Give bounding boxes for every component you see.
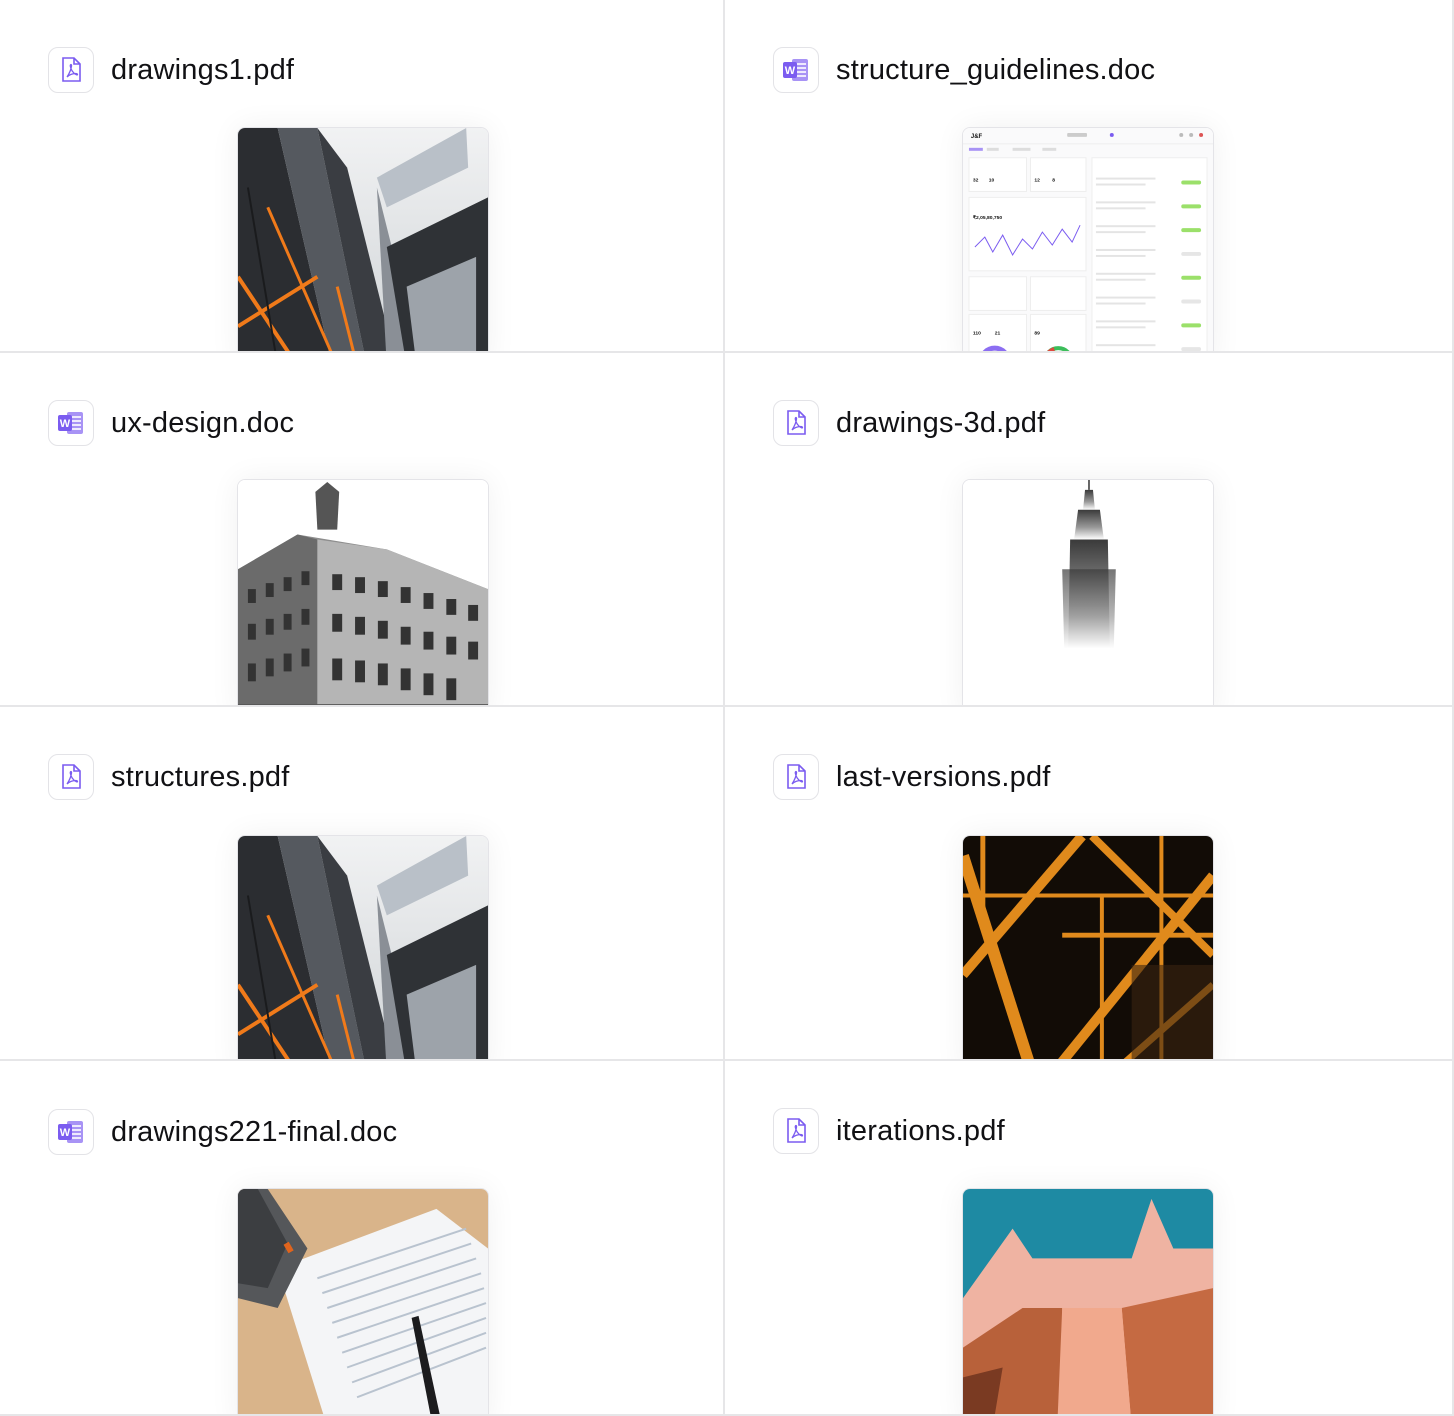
skyscraper-photo <box>238 128 488 351</box>
file-card[interactable]: iterations.pdf <box>725 1061 1452 1416</box>
file-name[interactable]: drawings1.pdf <box>111 54 294 87</box>
pdf-icon <box>773 400 819 446</box>
kpi-value: 89 <box>1034 330 1040 336</box>
file-thumbnail[interactable]: J&F 32 10 12 8 ₹2,05,80,750 110 21 89 <box>962 127 1214 351</box>
kpi-value: 10 <box>989 178 995 184</box>
file-thumbnail[interactable] <box>962 1188 1214 1414</box>
file-name[interactable]: structure_guidelines.doc <box>836 54 1155 87</box>
word-doc-icon: W <box>48 1109 94 1155</box>
file-name[interactable]: structures.pdf <box>111 761 290 794</box>
file-name[interactable]: drawings-3d.pdf <box>836 407 1045 440</box>
pdf-icon <box>48 754 94 800</box>
file-header: structures.pdf <box>48 754 290 800</box>
file-thumbnail[interactable] <box>962 479 1214 705</box>
pdf-icon <box>48 47 94 93</box>
file-card[interactable]: structures.pdf <box>0 707 725 1061</box>
file-thumbnail[interactable] <box>237 835 489 1059</box>
file-name[interactable]: ux-design.doc <box>111 407 294 440</box>
file-card[interactable]: last-versions.pdf <box>725 707 1452 1061</box>
kpi-value: 110 <box>973 330 981 336</box>
empire-state-building-photo <box>963 480 1213 705</box>
file-card[interactable]: W drawings221-final.doc <box>0 1061 725 1416</box>
pdf-icon <box>773 1108 819 1154</box>
kpi-value: 21 <box>995 330 1001 336</box>
file-header: last-versions.pdf <box>773 754 1051 800</box>
file-card[interactable]: drawings1.pdf <box>0 0 725 353</box>
file-name[interactable]: drawings221-final.doc <box>111 1116 397 1149</box>
file-thumbnail[interactable] <box>237 127 489 351</box>
file-header: W ux-design.doc <box>48 400 294 446</box>
file-card[interactable]: drawings-3d.pdf <box>725 353 1452 707</box>
pink-architecture-photo <box>963 1189 1213 1414</box>
steel-truss-photo <box>963 836 1213 1059</box>
revenue-value: ₹2,05,80,750 <box>973 215 1002 221</box>
file-card[interactable]: W structure_guidelines.doc J&F 32 10 12 … <box>725 0 1452 353</box>
file-header: W structure_guidelines.doc <box>773 47 1155 93</box>
file-header: W drawings221-final.doc <box>48 1109 397 1155</box>
file-thumbnail[interactable] <box>962 835 1214 1059</box>
file-thumbnail[interactable] <box>237 479 489 705</box>
svg-text:W: W <box>785 65 796 77</box>
kpi-value: 8 <box>1052 178 1055 184</box>
file-grid: drawings1.pdf W structure_guidelines.doc… <box>0 0 1454 1416</box>
svg-text:W: W <box>60 418 71 430</box>
kpi-value: 32 <box>973 178 979 184</box>
file-name[interactable]: last-versions.pdf <box>836 761 1051 794</box>
skyscraper-photo <box>238 836 488 1059</box>
kpi-value: 12 <box>1034 178 1040 184</box>
file-name[interactable]: iterations.pdf <box>836 1115 1005 1148</box>
file-thumbnail[interactable] <box>237 1188 489 1414</box>
pdf-icon <box>773 754 819 800</box>
file-header: drawings1.pdf <box>48 47 294 93</box>
classical-building-photo <box>238 480 488 705</box>
dashboard-screenshot: J&F 32 10 12 8 ₹2,05,80,750 110 21 89 <box>963 128 1213 351</box>
file-header: drawings-3d.pdf <box>773 400 1045 446</box>
word-doc-icon: W <box>773 47 819 93</box>
file-header: iterations.pdf <box>773 1108 1005 1154</box>
svg-text:W: W <box>60 1127 71 1139</box>
tax-form-photo <box>238 1189 488 1414</box>
word-doc-icon: W <box>48 400 94 446</box>
file-card[interactable]: W ux-design.doc <box>0 353 725 707</box>
dashboard-logo: J&F <box>971 134 983 140</box>
